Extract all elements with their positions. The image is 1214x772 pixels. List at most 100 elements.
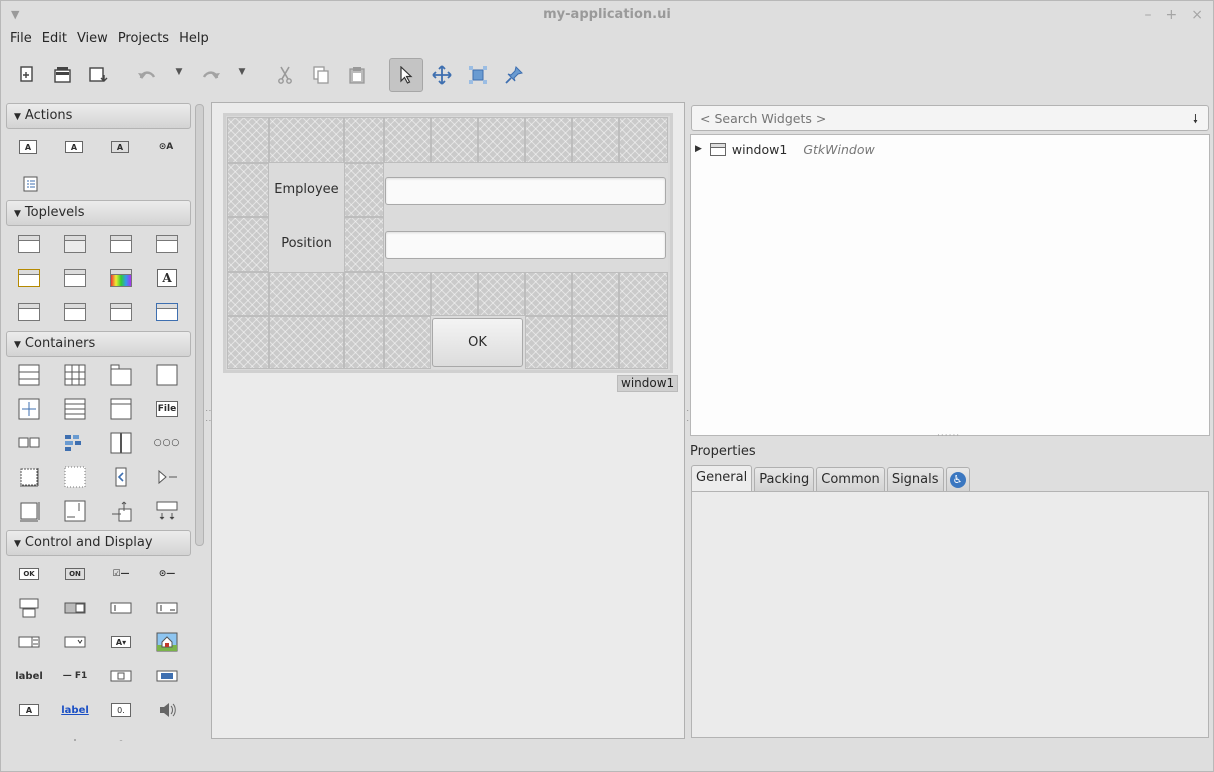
placeholder-cell[interactable] (227, 316, 269, 369)
action-group-icon[interactable] (18, 171, 42, 195)
text-view-icon[interactable]: A (17, 698, 41, 722)
font-chooser-dialog-icon[interactable]: A (155, 266, 179, 290)
spinner-icon[interactable] (109, 729, 133, 741)
save-file-icon[interactable] (83, 59, 115, 91)
open-file-icon[interactable] (47, 59, 79, 91)
stack-icon[interactable] (155, 465, 179, 489)
maximize-button[interactable]: + (1166, 7, 1178, 23)
layout-icon[interactable] (63, 499, 87, 523)
action-icon[interactable]: A (16, 135, 40, 159)
dialog-icon[interactable] (155, 232, 179, 256)
placeholder-cell[interactable] (525, 316, 572, 369)
pin-down-icon[interactable]: 🠗 (1193, 110, 1198, 131)
radio-action-icon[interactable]: A (108, 135, 132, 159)
font-button-icon[interactable]: A ▾ (109, 630, 133, 654)
menu-projects[interactable]: Projects (113, 29, 174, 51)
copy-icon[interactable] (305, 59, 337, 91)
recent-chooser-dialog-icon[interactable] (63, 300, 87, 324)
toggle-action-icon[interactable]: A (62, 135, 86, 159)
ok-button[interactable]: OK (432, 318, 523, 367)
offscreen-window-icon[interactable] (63, 232, 87, 256)
volume-button-icon[interactable] (155, 698, 179, 722)
placeholder-cell[interactable] (525, 117, 572, 163)
entry-icon[interactable] (109, 596, 133, 620)
margin-edit-icon[interactable] (462, 59, 494, 91)
message-dialog-icon[interactable] (17, 300, 41, 324)
placeholder-cell[interactable] (478, 272, 525, 316)
placeholder-cell[interactable] (384, 272, 431, 316)
minimize-button[interactable]: – (1145, 7, 1152, 23)
placeholder-cell[interactable] (344, 117, 384, 163)
placeholder-cell[interactable] (619, 272, 668, 316)
revealer-icon[interactable] (109, 465, 133, 489)
tab-accessibility[interactable]: ♿ (945, 467, 970, 492)
application-window-icon[interactable] (109, 232, 133, 256)
scale-icon[interactable] (63, 729, 87, 741)
palette-scrollbar[interactable] (195, 104, 204, 546)
spin-button-widget-icon[interactable] (17, 630, 41, 654)
overlay-icon[interactable] (109, 499, 133, 523)
position-entry[interactable] (385, 231, 666, 259)
paste-icon[interactable] (341, 59, 373, 91)
new-file-icon[interactable] (11, 59, 43, 91)
placeholder-cell[interactable] (384, 117, 431, 163)
viewport-icon[interactable] (17, 499, 41, 523)
tab-packing[interactable]: Packing (754, 467, 815, 492)
placeholder-cell[interactable] (431, 272, 478, 316)
link-button-icon[interactable]: label (61, 698, 89, 722)
employee-entry[interactable] (385, 177, 666, 205)
button-box-icon[interactable] (17, 431, 41, 455)
placeholder-cell[interactable] (344, 163, 384, 217)
search-widgets-input[interactable] (692, 106, 1172, 130)
placeholder-cell[interactable] (344, 316, 384, 369)
placeholder-cell[interactable] (384, 316, 431, 369)
label-widget-icon[interactable]: label (15, 664, 43, 688)
flow-box-icon[interactable] (63, 431, 87, 455)
placeholder-cell[interactable] (227, 163, 269, 217)
placeholder-cell[interactable] (572, 272, 619, 316)
placeholder-cell[interactable] (431, 117, 478, 163)
placeholder-cell[interactable] (269, 272, 344, 316)
accel-label-icon[interactable]: — F1 (63, 664, 88, 688)
about-dialog-icon[interactable] (17, 266, 41, 290)
color-button-icon[interactable] (155, 664, 179, 688)
switch-icon[interactable] (63, 596, 87, 620)
assistant-icon[interactable] (109, 300, 133, 324)
undo-dropdown-icon[interactable]: ▼ (173, 67, 185, 83)
tab-signals[interactable]: Signals (886, 467, 944, 492)
tab-common[interactable]: Common (816, 467, 885, 492)
drag-resize-icon[interactable] (426, 59, 458, 91)
widget-tree[interactable]: ▶ window1 GtkWindow (690, 134, 1210, 436)
info-bar-icon[interactable] (155, 499, 179, 523)
toggle-button-icon[interactable]: ON (63, 562, 87, 586)
menu-file[interactable]: File (5, 29, 37, 51)
undo-icon[interactable] (131, 59, 163, 91)
placeholder-cell[interactable] (227, 117, 269, 163)
search-entry-icon[interactable] (155, 596, 179, 620)
placeholder-cell[interactable] (619, 316, 668, 369)
redo-dropdown-icon[interactable]: ▼ (236, 67, 248, 83)
cut-icon[interactable] (269, 59, 301, 91)
placeholder-cell[interactable] (227, 272, 269, 316)
placeholder-cell[interactable] (344, 217, 384, 272)
image-icon[interactable] (155, 630, 179, 654)
menu-edit[interactable]: Edit (37, 29, 72, 51)
placeholder-cell[interactable] (269, 316, 344, 369)
placeholder-cell[interactable] (227, 217, 269, 272)
button-widget-icon[interactable]: OK (17, 562, 41, 586)
redo-icon[interactable] (195, 59, 227, 91)
window-menu-icon[interactable]: ▼ (11, 1, 19, 29)
placeholder-cell[interactable] (572, 117, 619, 163)
list-box-icon[interactable] (63, 397, 87, 421)
expander-widget-icon[interactable] (109, 397, 133, 421)
paned-icon[interactable] (109, 431, 133, 455)
palette-section-control-display[interactable]: ▼ Control and Display (6, 530, 191, 556)
notebook-icon[interactable] (109, 363, 133, 387)
tab-general[interactable]: General (691, 465, 753, 492)
box-icon[interactable] (17, 363, 41, 387)
fixed-icon[interactable] (63, 465, 87, 489)
align-edit-icon[interactable] (498, 59, 530, 91)
frame-icon[interactable] (155, 363, 179, 387)
app-chooser-dialog-icon[interactable] (155, 300, 179, 324)
search-widgets-field[interactable]: 🠗 (691, 105, 1209, 131)
